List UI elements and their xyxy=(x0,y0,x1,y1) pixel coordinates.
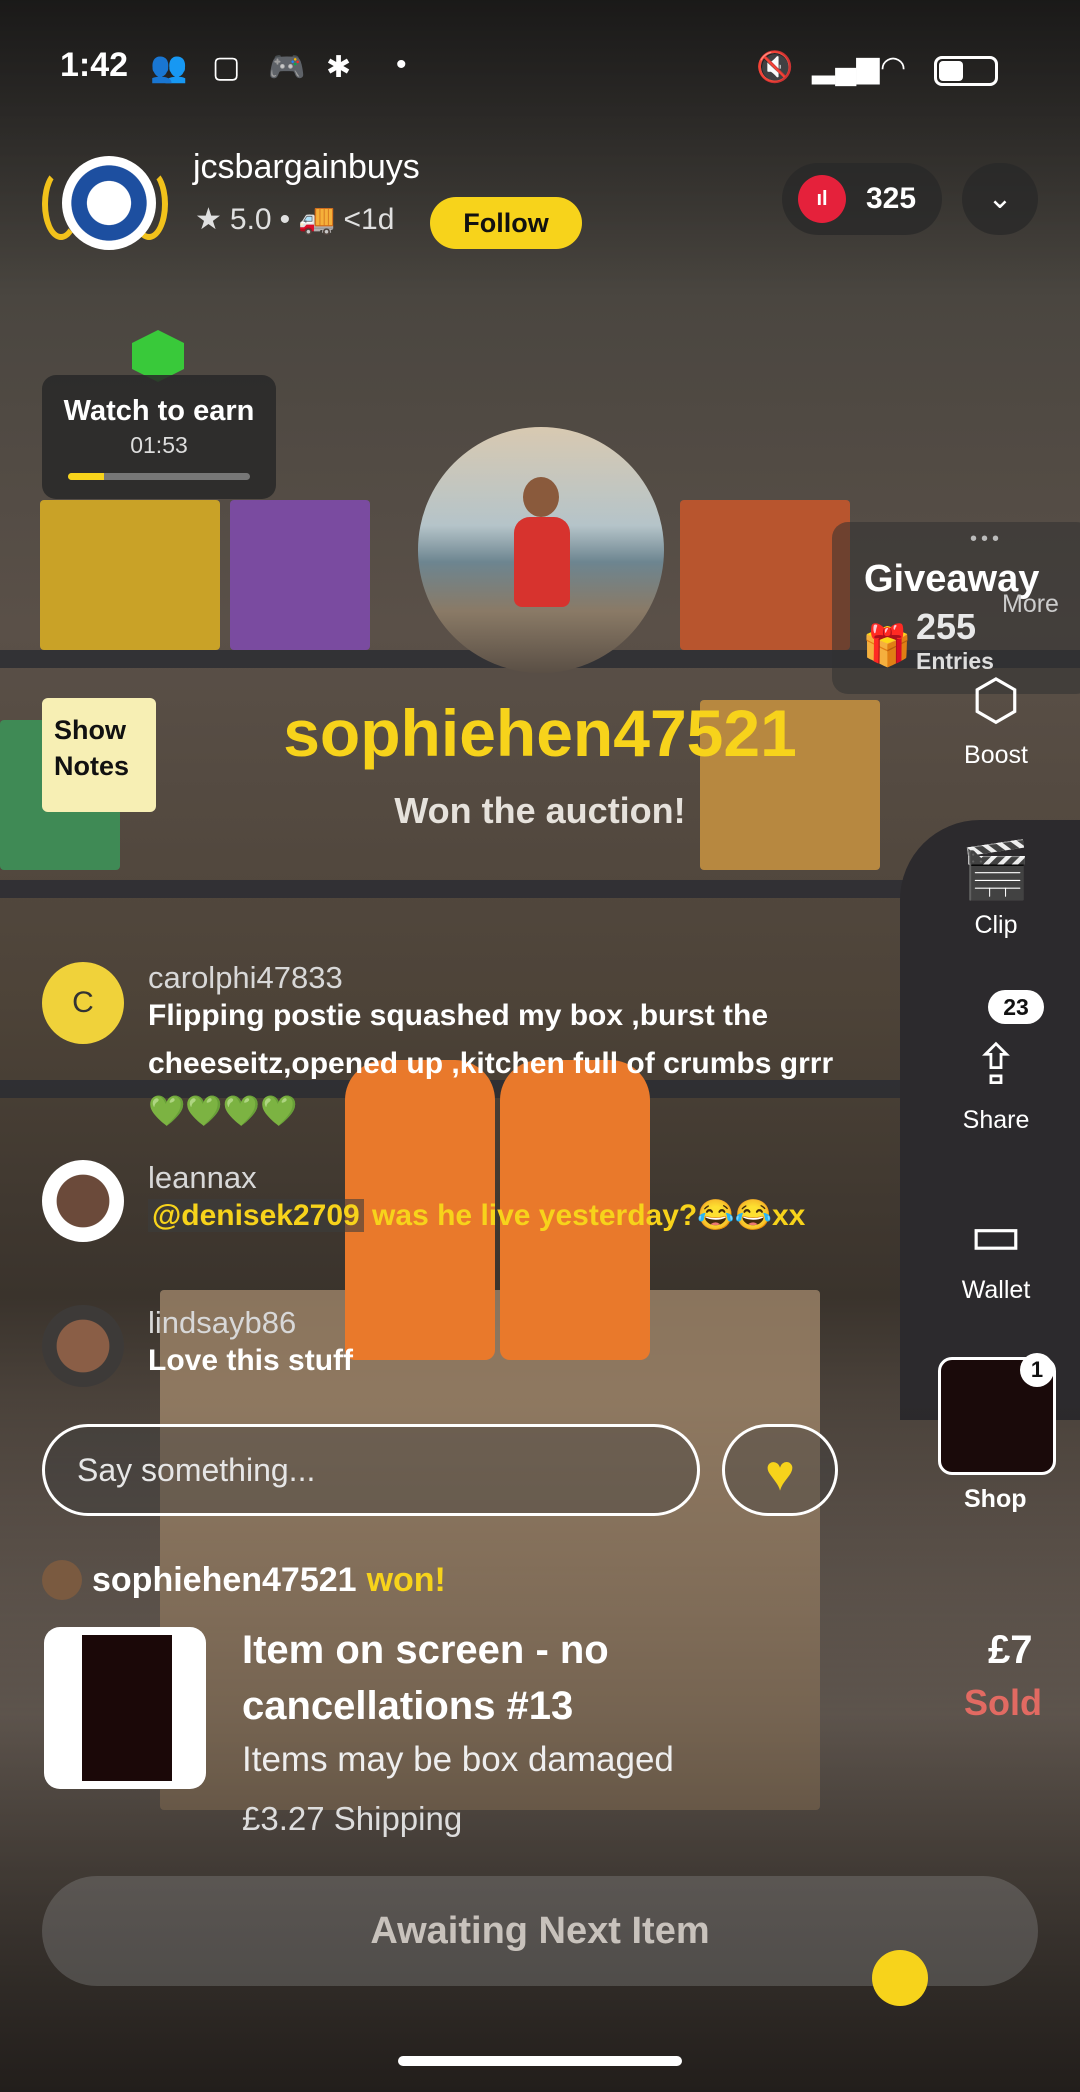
status-bar: 1:42 👥 ▢ 🎮 ✱ • 🔇 ▂▄▆ ◠ xyxy=(0,40,1080,100)
boost-icon: ⬡ xyxy=(971,668,1021,731)
share-icon: ⇪ xyxy=(972,1033,1020,1096)
people-icon: 👥 xyxy=(150,51,188,84)
shipping-time: <1d xyxy=(343,202,395,236)
share-button[interactable]: ⇪ Share xyxy=(936,1030,1056,1135)
wifi-icon: ◠ xyxy=(880,51,907,84)
chat-text: @denisek2709 was he live yesterday?😂😂xx xyxy=(148,1192,848,1240)
show-notes-button[interactable]: Show Notes xyxy=(42,698,156,812)
chevron-down-icon[interactable]: ⌄ xyxy=(962,163,1038,235)
avatar xyxy=(42,1560,82,1600)
dot-icon: • xyxy=(396,48,407,81)
watch-to-earn-card[interactable]: Watch to earn 01:53 xyxy=(42,375,276,499)
status-time: 1:42 xyxy=(60,46,129,84)
chat-username[interactable]: lindsayb86 xyxy=(148,1305,296,1341)
star-icon: ★ xyxy=(195,203,222,236)
clip-button[interactable]: 🎬 Clip xyxy=(936,835,1056,940)
shop-label[interactable]: Shop xyxy=(964,1485,1027,1514)
message-icon: ▢ xyxy=(212,51,241,84)
share-label: Share xyxy=(962,1106,1030,1134)
seller-logo xyxy=(62,156,156,250)
item-price: £7 xyxy=(988,1628,1033,1672)
seller-avatar[interactable] xyxy=(42,150,168,250)
chat-mention[interactable]: @denisek2709 xyxy=(148,1199,364,1232)
product-box xyxy=(680,500,850,650)
item-winner-line: sophiehen47521 won! xyxy=(42,1560,446,1600)
product-box xyxy=(40,500,220,650)
heart-icon[interactable]: ♥ xyxy=(722,1424,838,1516)
item-winner-name[interactable]: sophiehen47521 xyxy=(92,1561,357,1600)
product-box xyxy=(230,500,370,650)
seller-name[interactable]: jcsbargainbuys xyxy=(193,148,420,187)
won-label: won! xyxy=(366,1560,446,1599)
game-controller-icon: 🎮 xyxy=(268,51,306,84)
watch-to-earn-title: Watch to earn xyxy=(63,395,255,427)
mute-icon: 🔇 xyxy=(756,51,794,84)
viewer-count-pill[interactable]: ıl 325 xyxy=(782,163,942,235)
rating-value: 5.0 xyxy=(229,202,272,236)
item-shipping: £3.27 Shipping xyxy=(242,1800,463,1837)
item-status: Sold xyxy=(964,1682,1042,1723)
avatar[interactable] xyxy=(42,1305,124,1387)
share-count-badge: 23 xyxy=(988,990,1044,1024)
chat-text: Flipping postie squashed my box ,burst t… xyxy=(148,999,834,1128)
item-title: Item on screen - no cancellations #13 xyxy=(242,1628,609,1728)
watch-progress-bar xyxy=(68,473,250,480)
show-notes-label-2: Notes xyxy=(54,751,130,782)
home-indicator[interactable] xyxy=(398,2056,682,2066)
clapperboard-icon: 🎬 xyxy=(961,838,1031,901)
chat-username[interactable]: leannax xyxy=(148,1160,257,1196)
chat-text: Love this stuff xyxy=(148,1344,354,1377)
chat-list: C carolphi47833 Flipping postie squashed… xyxy=(42,960,833,1390)
avatar[interactable]: C xyxy=(42,962,124,1044)
more-label[interactable]: More xyxy=(1002,590,1059,619)
drag-handle-icon: ••• xyxy=(970,528,1004,550)
wallet-label: Wallet xyxy=(961,1276,1031,1304)
avatar[interactable] xyxy=(42,1160,124,1242)
viewer-count: 325 xyxy=(866,182,917,215)
watch-to-earn-timer: 01:53 xyxy=(130,432,188,458)
watch-progress-fill xyxy=(68,473,105,480)
item-subtitle: Items may be box damaged xyxy=(242,1740,674,1779)
winner-avatar xyxy=(418,427,664,673)
gift-icon: 🎁 xyxy=(862,624,912,668)
item-thumbnail[interactable] xyxy=(44,1627,206,1789)
wallet-icon: ▭ xyxy=(969,1203,1023,1266)
reaction-emoji-icon[interactable] xyxy=(872,1950,928,2006)
wallet-button[interactable]: ▭ Wallet xyxy=(936,1200,1056,1305)
boost-button[interactable]: ⬡ Boost xyxy=(936,665,1056,770)
auction-winner-name: sophiehen47521 xyxy=(283,696,797,770)
slack-icon: ✱ xyxy=(326,51,352,84)
separator-dot: • xyxy=(279,202,291,236)
chat-username[interactable]: carolphi47833 xyxy=(148,960,343,996)
truck-icon: 🚚 xyxy=(298,203,336,236)
seller-rating: ★ 5.0 • 🚚 <1d xyxy=(195,202,394,237)
chat-input[interactable]: Say something... xyxy=(42,1424,700,1516)
chat-mention-message: was he live yesterday?😂😂xx xyxy=(363,1199,806,1232)
show-notes-label-1: Show xyxy=(54,715,126,745)
shop-count-badge: 1 xyxy=(1020,1353,1054,1387)
signal-icon: ▂▄▆ xyxy=(812,51,880,84)
follow-button[interactable]: Follow xyxy=(430,197,582,249)
boost-label: Boost xyxy=(964,741,1028,769)
clip-label: Clip xyxy=(974,911,1018,939)
live-icon: ıl xyxy=(798,175,846,223)
battery-icon xyxy=(934,56,998,86)
giveaway-entries-count: 255 xyxy=(916,606,977,647)
auction-won-message: Won the auction! xyxy=(394,790,686,831)
